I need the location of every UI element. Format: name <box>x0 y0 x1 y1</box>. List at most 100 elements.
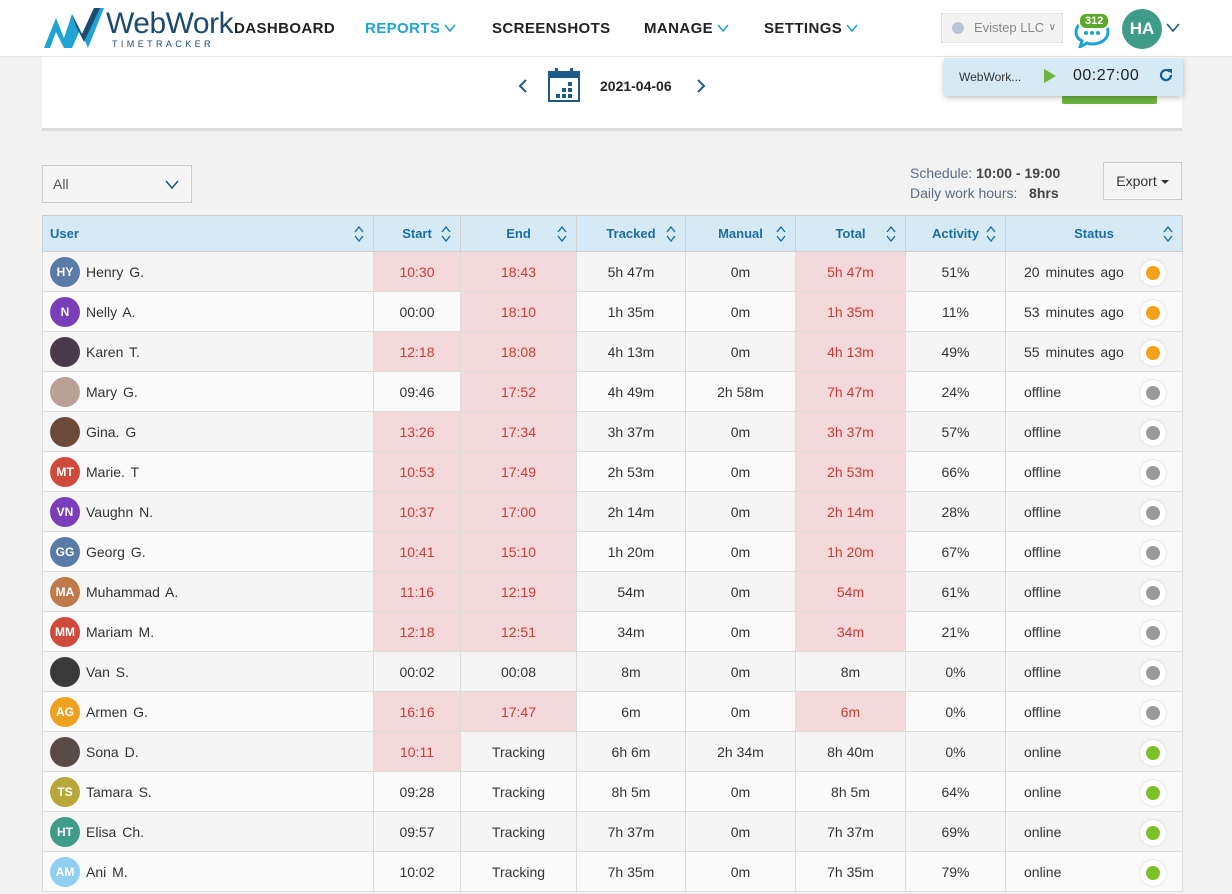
table-row[interactable]: Karen T. 12:18 18:08 4h 13m 0m 4h 13m 49% 55 mi… <box>42 331 1183 372</box>
next-date-icon[interactable] <box>696 79 706 93</box>
table-row[interactable]: Gina. G 13:26 17:34 3h 37m 0m 3h 37m 57% offlin… <box>42 411 1183 452</box>
cell-start: 10:37 <box>373 491 461 532</box>
avatar: AG <box>50 696 80 727</box>
table-row[interactable]: AM Ani M. 10:02 Tracking 7h 35m 0m 7h 35m 79% on… <box>42 851 1183 892</box>
cell-start-value: 09:28 <box>399 783 435 800</box>
cell-status: offline <box>1005 411 1183 452</box>
prev-date-icon[interactable] <box>518 79 528 93</box>
cell-manual-value: 0m <box>730 343 751 360</box>
cell-user[interactable]: MA Muhammad A. <box>42 571 374 612</box>
status-indicator <box>1140 300 1166 326</box>
cell-user[interactable]: MT Marie. T <box>42 451 374 492</box>
status-indicator <box>1140 820 1166 846</box>
cell-total-value: 4h 13m <box>827 343 874 360</box>
status-text: online <box>1024 783 1062 800</box>
table-row[interactable]: N Nelly A. 00:00 18:10 1h 35m 0m 1h 35m 11% 53 m… <box>42 291 1183 332</box>
cell-tracked-value: 2h 14m <box>607 503 655 520</box>
cell-user[interactable]: VN Vaughn N. <box>42 491 374 532</box>
refresh-icon[interactable] <box>1158 67 1174 83</box>
cell-activity-value: 24% <box>941 383 970 400</box>
table-row[interactable]: AG Armen G. 16:16 17:47 6m 0m 6m 0% offline <box>42 691 1183 732</box>
cell-user[interactable]: AM Ani M. <box>42 851 374 892</box>
avatar: HY <box>50 256 80 287</box>
table-row[interactable]: Mary G. 09:46 17:52 4h 49m 2h 58m 7h 47m 24% of… <box>42 371 1183 412</box>
nav-reports[interactable]: REPORTS <box>365 20 456 40</box>
status-indicator <box>1140 420 1166 446</box>
table-row[interactable]: MM Mariam M. 12:18 12:51 34m 0m 34m 21% offline <box>42 611 1183 652</box>
nav-screenshots[interactable]: SCREENSHOTS <box>492 20 611 40</box>
cell-user[interactable]: GG Georg G. <box>42 531 374 572</box>
cell-start-value: 10:53 <box>399 463 435 480</box>
cell-total-value: 5h 47m <box>827 263 874 280</box>
timer-project[interactable]: WebWork... <box>959 70 1021 84</box>
chevron-down-icon[interactable] <box>1166 21 1180 33</box>
cell-user[interactable]: HT Elisa Ch. <box>42 811 374 852</box>
cell-activity: 64% <box>905 771 1006 812</box>
cell-end: 17:00 <box>460 491 577 532</box>
cell-user[interactable]: N Nelly A. <box>42 291 374 332</box>
cell-manual: 0m <box>685 451 796 492</box>
user-filter-select[interactable]: All <box>42 165 192 203</box>
status-text: online <box>1024 823 1062 840</box>
cell-user[interactable]: TS Tamara S. <box>42 771 374 812</box>
column-header-manual[interactable]: Manual <box>685 215 796 252</box>
cell-user[interactable]: Mary G. <box>42 371 374 412</box>
nav-manage[interactable]: MANAGE <box>644 20 729 40</box>
nav-dashboard[interactable]: DASHBOARD <box>234 20 335 40</box>
column-label: Start <box>402 226 432 241</box>
table-row[interactable]: TS Tamara S. 09:28 Tracking 8h 5m 0m 8h 5m 64% o… <box>42 771 1183 812</box>
cell-user[interactable]: MM Mariam M. <box>42 611 374 652</box>
cell-user[interactable]: Van S. <box>42 651 374 692</box>
cell-start: 10:02 <box>373 851 461 892</box>
table-row[interactable]: HT Elisa Ch. 09:57 Tracking 7h 37m 0m 7h 37m 69… <box>42 811 1183 852</box>
cell-start: 09:28 <box>373 771 461 812</box>
cell-manual-value: 0m <box>730 623 751 640</box>
table-row[interactable]: MT Marie. T 10:53 17:49 2h 53m 0m 2h 53m 66% off… <box>42 451 1183 492</box>
play-icon[interactable] <box>1044 69 1056 83</box>
column-header-total[interactable]: Total <box>795 215 906 252</box>
column-header-user[interactable]: User <box>42 215 374 252</box>
nav-settings[interactable]: SETTINGS <box>764 20 858 40</box>
cell-user[interactable]: HY Henry G. <box>42 251 374 292</box>
column-header-activity[interactable]: Activity <box>905 215 1006 252</box>
cell-total-value: 54m <box>836 583 865 600</box>
table-row[interactable]: VN Vaughn N. 10:37 17:00 2h 14m 0m 2h 14m 28% of… <box>42 491 1183 532</box>
user-name: Nelly A. <box>86 303 136 320</box>
table-row[interactable]: HY Henry G. 10:30 18:43 5h 47m 0m 5h 47m 51% 20 … <box>42 251 1183 292</box>
cell-user[interactable]: AG Armen G. <box>42 691 374 732</box>
company-selector[interactable]: Evistep LLC ∨ <box>941 13 1063 43</box>
filter-value: All <box>53 176 69 192</box>
cell-tracked: 6h 6m <box>576 731 686 772</box>
column-header-status[interactable]: Status <box>1005 215 1183 252</box>
status-dot-icon <box>1146 426 1160 440</box>
cell-activity: 57% <box>905 411 1006 452</box>
cell-tracked: 1h 35m <box>576 291 686 332</box>
webwork-logo[interactable]: WebWork TIMETRACKER <box>42 4 234 52</box>
cell-activity: 28% <box>905 491 1006 532</box>
table-row[interactable]: Van S. 00:02 00:08 8m 0m 8m 0% offline <box>42 651 1183 692</box>
avatar: MM <box>50 616 80 647</box>
export-button[interactable]: Export <box>1103 162 1182 200</box>
column-header-end[interactable]: End <box>460 215 577 252</box>
cell-start: 00:00 <box>373 291 461 332</box>
column-header-tracked[interactable]: Tracked <box>576 215 686 252</box>
column-label: User <box>50 226 79 241</box>
cell-tracked-value: 54m <box>617 583 645 600</box>
calendar-icon[interactable] <box>548 68 580 102</box>
column-header-start[interactable]: Start <box>373 215 461 252</box>
cell-total-value: 3h 37m <box>827 423 874 440</box>
cell-start: 10:11 <box>373 731 461 772</box>
cell-tracked: 7h 37m <box>576 811 686 852</box>
cell-user[interactable]: Karen T. <box>42 331 374 372</box>
sort-icon <box>986 225 996 243</box>
cell-tracked-value: 1h 35m <box>607 303 655 320</box>
cell-user[interactable]: Sona D. <box>42 731 374 772</box>
messages-button[interactable]: 312 <box>1072 12 1112 48</box>
table-row[interactable]: GG Georg G. 10:41 15:10 1h 20m 0m 1h 20m 67% off… <box>42 531 1183 572</box>
status-indicator <box>1140 780 1166 806</box>
table-row[interactable]: MA Muhammad A. 11:16 12:19 54m 0m 54m 61% offlin… <box>42 571 1183 612</box>
user-avatar[interactable]: HA <box>1122 9 1162 49</box>
table-row[interactable]: Sona D. 10:11 Tracking 6h 6m 2h 34m 8h 40m 0% o… <box>42 731 1183 772</box>
logo-subtitle: TIMETRACKER <box>112 39 214 49</box>
cell-user[interactable]: Gina. G <box>42 411 374 452</box>
